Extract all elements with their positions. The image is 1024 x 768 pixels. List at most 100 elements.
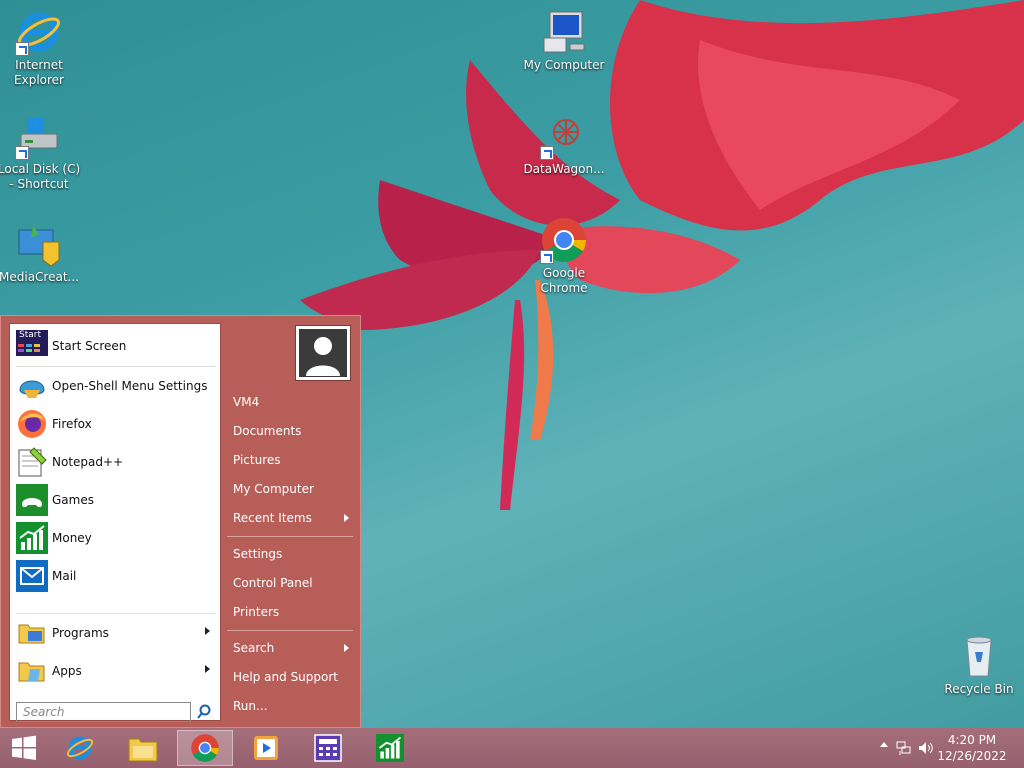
desktop-icon-my-computer[interactable]: My Computer	[522, 8, 606, 73]
notepad-plus-plus-icon	[16, 446, 48, 478]
start-menu-item-label: Games	[52, 493, 94, 507]
show-hidden-icons-chevron-up-icon[interactable]	[880, 742, 888, 747]
money-icon	[376, 734, 404, 762]
start-menu-item-games[interactable]: Games	[16, 483, 216, 517]
start-menu-link-control-panel[interactable]: Control Panel	[225, 571, 357, 595]
start-menu-separator	[227, 630, 353, 631]
windows-start-icon	[12, 735, 36, 760]
clock-date: 12/26/2022	[937, 749, 1007, 763]
taskbar: 4:20 PM 12/26/2022	[0, 728, 1024, 768]
start-menu-item-programs[interactable]: Programs	[16, 616, 216, 650]
start-menu-item-firefox[interactable]: Firefox	[16, 407, 216, 441]
taskbar-internet-explorer[interactable]	[52, 730, 108, 766]
start-menu-item-apps[interactable]: Apps	[16, 654, 216, 688]
start-menu-link-pictures[interactable]: Pictures	[225, 448, 357, 472]
datawagon-icon	[540, 112, 588, 160]
start-menu-item-label: Open-Shell Menu Settings	[52, 379, 208, 393]
start-menu-item-notepad-plus-plus[interactable]: Notepad++	[16, 445, 216, 479]
start-menu-separator	[16, 613, 216, 614]
start-menu-item-label: Notepad++	[52, 455, 124, 469]
shortcut-arrow-icon	[15, 146, 29, 160]
chevron-right-icon	[205, 627, 210, 635]
media-creation-tool-icon	[15, 220, 63, 268]
start-menu-separator	[227, 536, 353, 537]
desktop-icon-label: Recycle Bin	[944, 682, 1014, 696]
programs-icon	[16, 617, 48, 649]
internet-explorer-icon	[66, 736, 94, 760]
start-screen-icon: Start	[16, 330, 48, 362]
start-menu-item-open-shell-settings[interactable]: Open-Shell Menu Settings	[16, 369, 216, 403]
taskbar-money[interactable]	[362, 730, 418, 766]
taskbar-file-explorer[interactable]	[115, 730, 171, 766]
start-menu-link-my-computer[interactable]: My Computer	[225, 477, 357, 501]
desktop-icon-label: Internet Explorer	[14, 58, 64, 87]
volume-icon[interactable]	[918, 740, 934, 759]
desktop-icon-media-creation[interactable]: MediaCreat...	[0, 220, 81, 285]
desktop-icon-internet-explorer[interactable]: Internet Explorer	[0, 8, 81, 88]
desktop-icon-google-chrome[interactable]: Google Chrome	[522, 216, 606, 296]
start-menu-link-search[interactable]: Search	[225, 636, 357, 660]
calculator-icon	[314, 734, 342, 762]
chrome-icon	[540, 216, 588, 264]
start-button[interactable]	[0, 730, 52, 766]
chevron-right-icon	[344, 514, 349, 522]
start-menu-item-label: Programs	[52, 626, 109, 640]
hard-drive-icon	[15, 112, 63, 160]
chevron-right-icon	[344, 644, 349, 652]
shortcut-arrow-icon	[540, 250, 554, 264]
desktop-icon-label: My Computer	[523, 58, 605, 72]
taskbar-chrome[interactable]	[177, 730, 233, 766]
open-shell-icon	[16, 370, 48, 402]
taskbar-clock[interactable]: 4:20 PM 12/26/2022	[934, 732, 1010, 764]
start-menu-link-documents[interactable]: Documents	[225, 419, 357, 443]
desktop-icon-label: Google Chrome	[540, 266, 588, 295]
desktop-icon-label: MediaCreat...	[0, 270, 79, 284]
start-menu-item-mail[interactable]: Mail	[16, 559, 216, 593]
start-menu-item-start-screen[interactable]: Start Start Screen	[16, 329, 216, 363]
start-menu-left-pane: Start Start Screen Open-Shell Menu Setti…	[9, 323, 221, 722]
start-menu-item-label: Apps	[52, 664, 82, 678]
start-menu-link-help-and-support[interactable]: Help and Support	[225, 665, 357, 689]
shortcut-arrow-icon	[540, 146, 554, 160]
start-menu-link-settings[interactable]: Settings	[225, 542, 357, 566]
apps-icon	[16, 655, 48, 687]
system-tray: 4:20 PM 12/26/2022	[864, 728, 1024, 768]
search-placeholder: Search	[23, 705, 65, 719]
mail-icon	[16, 560, 48, 592]
start-menu-link-run[interactable]: Run...	[225, 694, 357, 718]
start-menu-separator	[16, 366, 216, 367]
games-icon	[16, 484, 48, 516]
chrome-icon	[191, 734, 219, 762]
internet-explorer-icon	[15, 8, 63, 56]
taskbar-media-player[interactable]	[238, 730, 294, 766]
desktop-icon-datawagon[interactable]: DataWagon...	[522, 112, 606, 177]
start-menu-item-label: Money	[52, 531, 92, 545]
start-menu-item-label: Start Screen	[52, 339, 127, 353]
desktop-icon-label: DataWagon...	[523, 162, 605, 176]
desktop-icon-recycle-bin[interactable]: Recycle Bin	[937, 632, 1021, 697]
taskbar-calculator[interactable]	[300, 730, 356, 766]
firefox-icon	[16, 408, 48, 440]
start-screen-badge: Start	[19, 330, 41, 340]
desktop-icon-label: Local Disk (C) - Shortcut	[0, 162, 81, 191]
media-player-icon	[254, 736, 278, 760]
start-menu: Start Start Screen Open-Shell Menu Setti…	[0, 315, 361, 728]
clock-time: 4:20 PM	[947, 733, 997, 747]
money-icon	[16, 522, 48, 554]
search-icon[interactable]	[196, 704, 212, 720]
start-menu-link-vm4[interactable]: VM4	[225, 390, 357, 414]
user-avatar[interactable]	[295, 325, 351, 381]
start-menu-link-recent-items[interactable]: Recent Items	[225, 506, 357, 530]
recycle-bin-icon	[955, 632, 1003, 680]
file-explorer-icon	[128, 738, 158, 762]
start-menu-link-printers[interactable]: Printers	[225, 600, 357, 624]
shortcut-arrow-icon	[15, 42, 29, 56]
start-menu-item-label: Mail	[52, 569, 77, 583]
start-menu-search-input[interactable]: Search	[16, 702, 191, 722]
desktop-icon-local-disk[interactable]: Local Disk (C) - Shortcut	[0, 112, 81, 192]
computer-icon	[540, 8, 588, 56]
start-menu-item-money[interactable]: Money	[16, 521, 216, 555]
chevron-right-icon	[205, 665, 210, 673]
start-menu-item-label: Firefox	[52, 417, 92, 431]
network-icon[interactable]	[896, 740, 912, 759]
